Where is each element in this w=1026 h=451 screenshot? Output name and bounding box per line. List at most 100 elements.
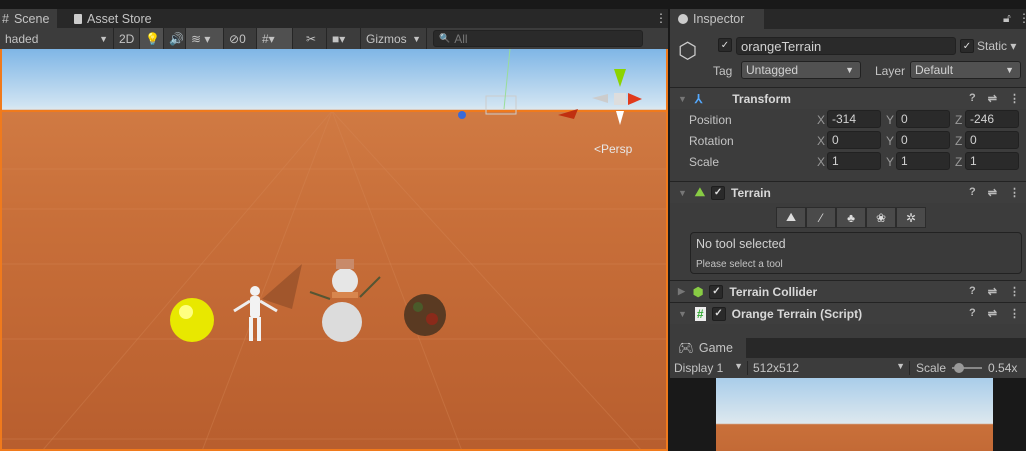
gameobject-cube-icon[interactable]: ⬡ bbox=[678, 38, 697, 64]
help-icon[interactable]: ? bbox=[969, 285, 976, 298]
shadow bbox=[262, 264, 302, 309]
tag-dropdown[interactable]: Untagged ▼ bbox=[741, 61, 861, 79]
active-checkbox[interactable]: ✓ bbox=[718, 38, 732, 52]
more-menu-icon[interactable]: ⋮ bbox=[655, 11, 667, 25]
terrain-collider-header[interactable]: ▶ ⬢ ✓ Terrain Collider ? ⇌ ⋮ bbox=[670, 280, 1026, 302]
persp-label[interactable]: <Persp bbox=[594, 142, 632, 156]
transform-row-label: Position bbox=[689, 113, 732, 127]
preset-icon[interactable]: ⇌ bbox=[988, 285, 997, 298]
collider-enabled-checkbox[interactable]: ✓ bbox=[709, 284, 724, 299]
info-icon bbox=[678, 14, 688, 24]
shading-dropdown[interactable]: haded ▼ bbox=[0, 28, 114, 49]
game-view bbox=[716, 378, 993, 451]
position-y-input[interactable]: 0 bbox=[896, 110, 950, 128]
rotation-y-input[interactable]: 0 bbox=[896, 131, 950, 149]
snowman bbox=[309, 259, 381, 342]
scale-z-input[interactable]: 1 bbox=[965, 152, 1019, 170]
scale-y-input[interactable]: 1 bbox=[896, 152, 950, 170]
preset-icon[interactable]: ⇌ bbox=[988, 92, 997, 105]
more-menu-icon[interactable]: ⋮ bbox=[1009, 186, 1020, 199]
light-gizmo bbox=[458, 111, 466, 119]
static-dropdown[interactable]: Static ▾ bbox=[977, 39, 1016, 53]
scene-viewport[interactable]: <Persp bbox=[0, 49, 668, 451]
terrain-info-box: No tool selected Please select a tool bbox=[690, 232, 1022, 274]
terrain-header[interactable]: ▼ ⛰ ✓ Terrain ? ⇌ ⋮ bbox=[670, 181, 1026, 203]
display-dropdown[interactable]: Display 1 ▼ bbox=[670, 361, 748, 375]
layer-label: Layer bbox=[875, 64, 906, 78]
axis-label-x: X bbox=[817, 134, 826, 148]
more-menu-icon[interactable]: ⋮ bbox=[1009, 92, 1020, 105]
gizmos-dropdown[interactable]: Gizmos ▼ bbox=[361, 28, 427, 49]
transform-row-label: Rotation bbox=[689, 134, 734, 148]
tab-game[interactable]: 🎮︎ Game bbox=[670, 338, 746, 358]
hidden-objects-toggle[interactable]: ⊘ 0 bbox=[224, 28, 257, 49]
grid-dropdown-icon[interactable]: #▾ bbox=[257, 28, 293, 49]
audio-toggle-icon[interactable]: 🔊 bbox=[164, 28, 186, 49]
camera-dropdown-icon[interactable]: ■▾ bbox=[327, 28, 361, 49]
game-toolbar: Display 1 ▼ 512x512 ▼ Scale 0.54x bbox=[670, 358, 1026, 378]
chevron-down-icon: ▼ bbox=[734, 361, 743, 371]
preset-icon[interactable]: ⇌ bbox=[988, 307, 997, 320]
axis-label-z: Z bbox=[955, 113, 963, 127]
orientation-gizmo bbox=[592, 69, 642, 125]
scale-value: 0.54x bbox=[988, 361, 1018, 375]
resolution-dropdown[interactable]: 512x512 ▼ bbox=[748, 361, 910, 375]
rotation-x-input[interactable]: 0 bbox=[827, 131, 881, 149]
inspector-panel: Inspector 🔓︎ ⋮ ⬡ ✓ orangeTerrain ✓ Stati… bbox=[670, 9, 1026, 338]
position-z-input[interactable]: -246 bbox=[965, 110, 1019, 128]
scene-search-input[interactable]: 🔍 All bbox=[433, 30, 643, 47]
top-strip bbox=[0, 0, 1026, 9]
layer-dropdown[interactable]: Default ▼ bbox=[910, 61, 1021, 79]
paint-details-tool-icon[interactable]: ❀ bbox=[866, 207, 896, 228]
axis-label-z: Z bbox=[955, 134, 963, 148]
help-icon[interactable]: ? bbox=[969, 307, 976, 320]
axis-label-z: Z bbox=[955, 155, 963, 169]
tag-label: Tag bbox=[713, 64, 733, 78]
help-icon[interactable]: ? bbox=[969, 92, 976, 105]
terrain-tool-bar: ⛰ ⁄ ♣ ❀ ✲ bbox=[776, 207, 926, 228]
terrain-enabled-checkbox[interactable]: ✓ bbox=[711, 185, 726, 200]
tab-scene[interactable]: # Scene bbox=[0, 9, 58, 29]
chevron-down-icon: ▼ bbox=[896, 361, 905, 371]
2d-toggle[interactable]: 2D bbox=[114, 28, 140, 49]
axis-label-y: Y bbox=[886, 113, 895, 127]
preset-icon[interactable]: ⇌ bbox=[988, 186, 997, 199]
chevron-down-icon: ▼ bbox=[412, 33, 421, 44]
lock-icon[interactable]: 🔓︎ bbox=[1003, 11, 1011, 26]
raise-terrain-tool-icon[interactable]: ⛰ bbox=[776, 207, 806, 228]
static-checkbox[interactable]: ✓ bbox=[960, 39, 974, 53]
axis-label-y: Y bbox=[886, 155, 895, 169]
effects-dropdown-icon[interactable]: ≋ ▾ bbox=[186, 28, 224, 49]
script-enabled-checkbox[interactable]: ✓ bbox=[711, 306, 726, 321]
script-header[interactable]: ▼ # ✓ Orange Terrain (Script) ? ⇌ ⋮ bbox=[670, 302, 1026, 324]
help-icon[interactable]: ? bbox=[969, 186, 976, 199]
rotation-z-input[interactable]: 0 bbox=[965, 131, 1019, 149]
scale-x-input[interactable]: 1 bbox=[827, 152, 881, 170]
collider-cube-icon: ⬢ bbox=[692, 284, 704, 299]
paint-brush-tool-icon[interactable]: ⁄ bbox=[806, 207, 836, 228]
foldout-arrow-icon: ▼ bbox=[678, 93, 687, 104]
textured-ball bbox=[404, 294, 446, 336]
tab-inspector[interactable]: Inspector bbox=[670, 9, 764, 29]
hash-icon: # bbox=[2, 12, 9, 26]
info-subtitle: Please select a tool bbox=[696, 259, 783, 270]
more-menu-icon[interactable]: ⋮ bbox=[1018, 11, 1026, 25]
more-menu-icon[interactable]: ⋮ bbox=[1009, 285, 1020, 298]
axis-label-x: X bbox=[817, 113, 826, 127]
scene-toolbar: haded ▼ 2D 💡 🔊 ≋ ▾ ⊘ 0 #▾ ✂ ■▾ Gizmos ▼ 🔍 Al… bbox=[0, 28, 668, 49]
position-x-input[interactable]: -314 bbox=[827, 110, 881, 128]
foldout-arrow-icon: ▼ bbox=[678, 187, 687, 198]
more-menu-icon[interactable]: ⋮ bbox=[1009, 307, 1020, 320]
lighting-toggle-icon[interactable]: 💡 bbox=[140, 28, 164, 49]
scale-label: Scale bbox=[916, 361, 947, 375]
chevron-down-icon: ▼ bbox=[99, 33, 108, 44]
object-name-input[interactable]: orangeTerrain bbox=[736, 37, 956, 55]
gamepad-icon: 🎮︎ bbox=[678, 340, 694, 355]
scale-slider[interactable] bbox=[952, 363, 983, 373]
paint-trees-tool-icon[interactable]: ♣ bbox=[836, 207, 866, 228]
tools-icon[interactable]: ✂ bbox=[301, 28, 327, 49]
tab-asset-store[interactable]: Asset Store bbox=[66, 9, 160, 29]
script-icon: # bbox=[694, 306, 706, 321]
terrain-settings-tool-icon[interactable]: ✲ bbox=[896, 207, 926, 228]
transform-header[interactable]: ▼ ⅄ Transform ? ⇌ ⋮ bbox=[670, 87, 1026, 109]
